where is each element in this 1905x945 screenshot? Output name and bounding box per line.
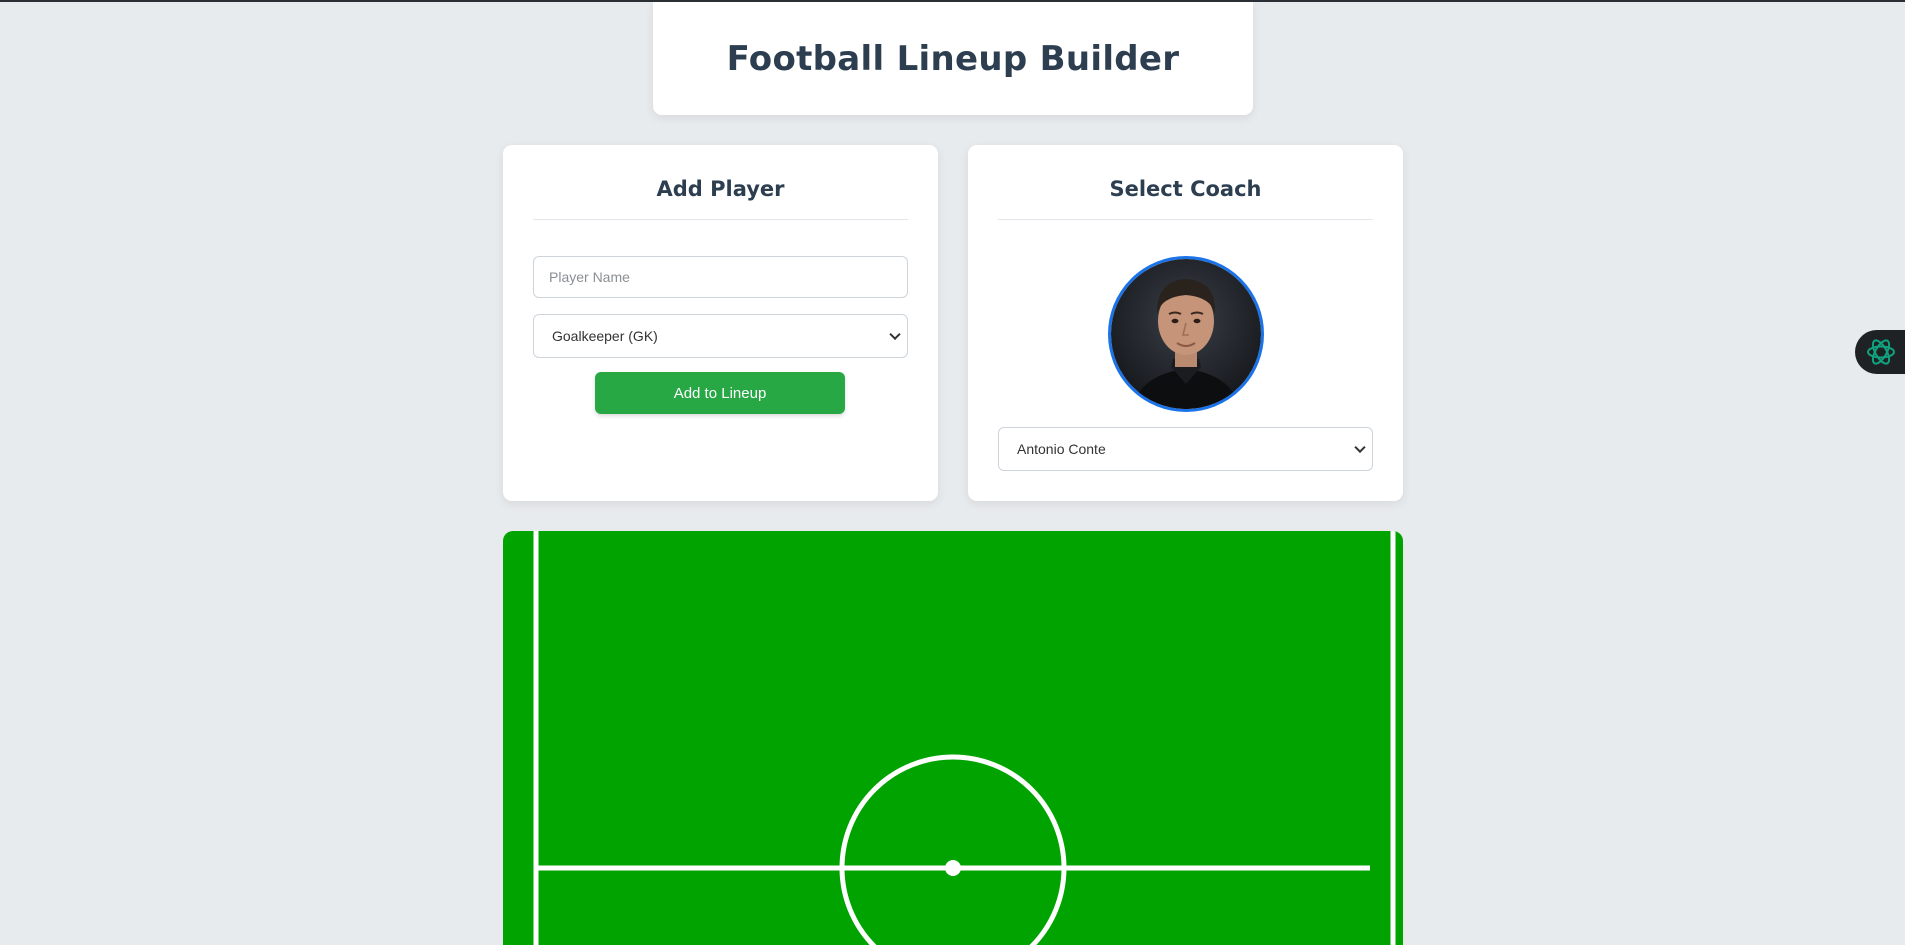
coach-photo	[1108, 256, 1264, 412]
add-player-heading: Add Player	[656, 177, 785, 201]
page-title: Football Lineup Builder	[726, 38, 1180, 79]
chevron-down-icon	[1354, 441, 1366, 454]
pitch-markings	[533, 531, 1396, 945]
extension-sidebar-button[interactable]	[1855, 330, 1905, 374]
select-coach-heading: Select Coach	[1109, 177, 1262, 201]
coach-portrait-image	[1111, 259, 1261, 409]
chevron-down-icon	[889, 328, 901, 341]
openai-knot-icon	[1867, 339, 1895, 365]
add-to-lineup-label: Add to Lineup	[673, 384, 767, 402]
header-card: Football Lineup Builder	[653, 2, 1253, 115]
select-coach-divider	[998, 219, 1373, 220]
position-select-value: Goalkeeper (GK)	[552, 328, 658, 344]
coach-select[interactable]: Antonio Conte	[998, 427, 1373, 471]
football-pitch	[503, 531, 1403, 945]
add-player-card: Add Player Goalkeeper (GK) Add to Lineup	[503, 145, 938, 501]
add-to-lineup-button[interactable]: Add to Lineup	[595, 372, 845, 414]
center-circle	[839, 754, 1067, 945]
pitch-boundary-lines	[533, 531, 1396, 945]
coach-select-value: Antonio Conte	[1017, 441, 1106, 457]
center-spot	[945, 860, 961, 876]
select-coach-card: Select Coach Antonio Conte	[968, 145, 1403, 501]
add-player-divider	[533, 219, 908, 220]
player-name-input[interactable]	[533, 256, 908, 298]
position-select[interactable]: Goalkeeper (GK)	[533, 314, 908, 358]
